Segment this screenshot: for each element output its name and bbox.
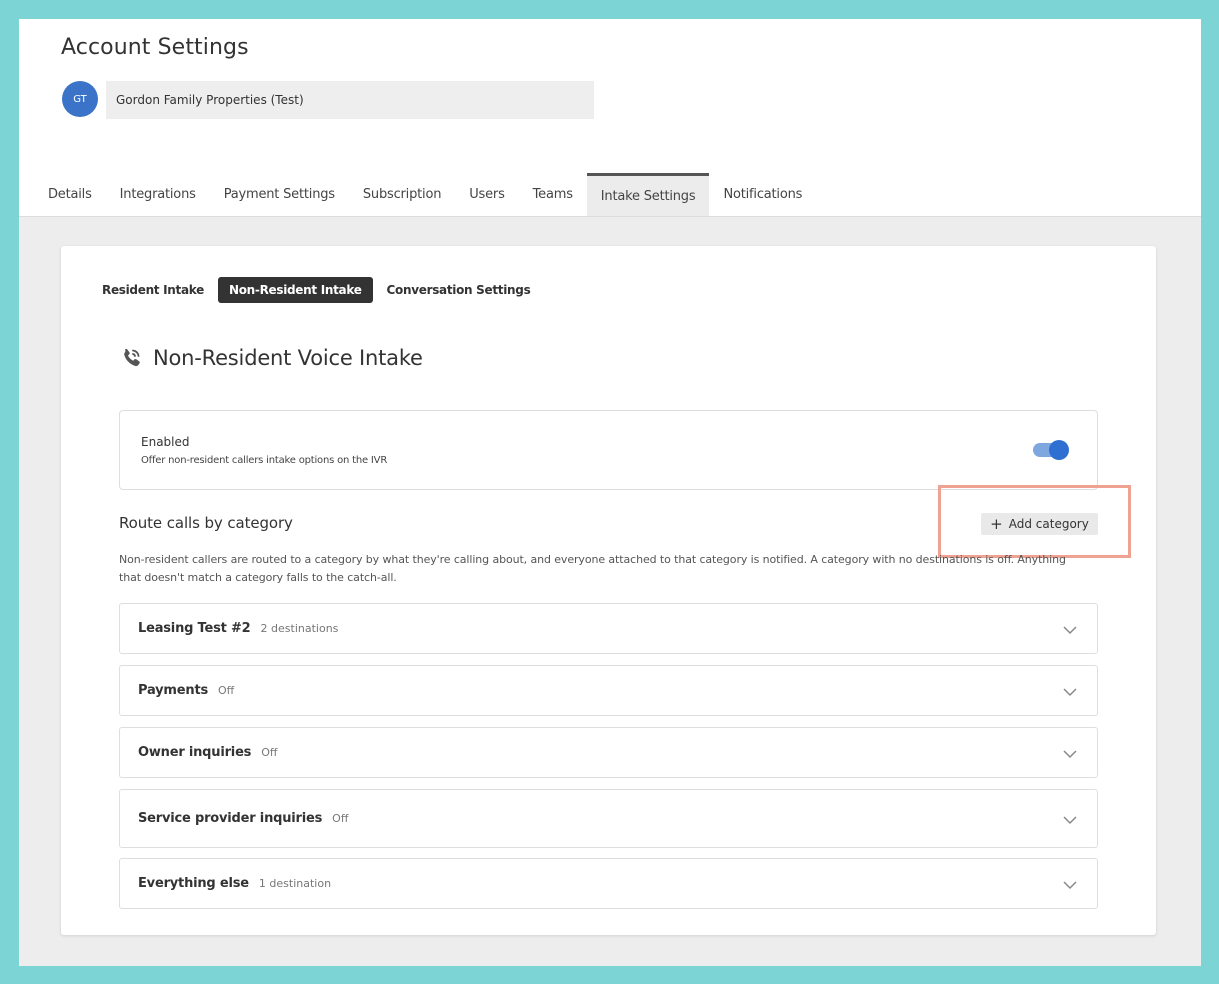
- route-calls-heading: Route calls by category: [119, 514, 293, 532]
- plus-icon: +: [990, 514, 1003, 533]
- page-header: Account Settings GT Details Integrations…: [19, 19, 1201, 217]
- chevron-down-icon: [1063, 880, 1077, 889]
- section-heading: Non-Resident Voice Intake: [119, 346, 423, 370]
- intake-subtabs: Resident Intake Non-Resident Intake Conv…: [91, 277, 544, 303]
- enabled-description: Offer non-resident callers intake option…: [141, 455, 388, 466]
- tab-details[interactable]: Details: [34, 173, 106, 216]
- tab-subscription[interactable]: Subscription: [349, 173, 455, 216]
- category-status: Off: [261, 746, 278, 759]
- enabled-label: Enabled: [141, 435, 190, 449]
- chevron-down-icon: [1063, 815, 1077, 824]
- add-category-button[interactable]: + Add category: [981, 513, 1098, 535]
- intake-settings-card: Resident Intake Non-Resident Intake Conv…: [61, 246, 1156, 935]
- route-calls-description: Non-resident callers are routed to a cat…: [119, 553, 1066, 584]
- category-status: 1 destination: [258, 877, 332, 890]
- account-settings-window: Account Settings GT Details Integrations…: [19, 19, 1201, 966]
- category-status: Off: [332, 812, 349, 825]
- category-name: Leasing Test #2: [138, 621, 251, 636]
- category-name: Everything else: [138, 876, 249, 891]
- tab-teams[interactable]: Teams: [519, 173, 587, 216]
- tab-payment-settings[interactable]: Payment Settings: [210, 173, 349, 216]
- category-row-payments[interactable]: Payments Off: [119, 665, 1098, 716]
- subtab-non-resident-intake[interactable]: Non-Resident Intake: [217, 277, 373, 303]
- page-title: Account Settings: [61, 35, 249, 60]
- tab-integrations[interactable]: Integrations: [106, 173, 210, 216]
- section-title: Non-Resident Voice Intake: [153, 346, 423, 370]
- category-status: 2 destinations: [260, 622, 339, 635]
- tab-intake-settings[interactable]: Intake Settings: [586, 173, 710, 216]
- enabled-toggle[interactable]: [1033, 440, 1069, 460]
- add-category-label: Add category: [1008, 517, 1089, 531]
- tab-users[interactable]: Users: [455, 173, 518, 216]
- settings-tabs: Details Integrations Payment Settings Su…: [48, 173, 816, 216]
- chevron-down-icon: [1063, 625, 1077, 634]
- category-status: Off: [218, 684, 235, 697]
- account-name-field[interactable]: [106, 81, 594, 119]
- toggle-knob: [1049, 440, 1069, 460]
- tab-notifications[interactable]: Notifications: [709, 173, 816, 216]
- avatar: GT: [62, 81, 98, 117]
- category-name: Service provider inquiries: [138, 811, 323, 826]
- enabled-setting: Enabled Offer non-resident callers intak…: [119, 410, 1098, 490]
- category-name: Payments: [138, 683, 208, 698]
- category-row-leasing[interactable]: Leasing Test #2 2 destinations: [119, 603, 1098, 654]
- category-row-everything-else[interactable]: Everything else 1 destination: [119, 858, 1098, 909]
- chevron-down-icon: [1063, 687, 1077, 696]
- subtab-resident-intake[interactable]: Resident Intake: [91, 277, 215, 303]
- category-row-service-provider[interactable]: Service provider inquiries Off: [119, 789, 1098, 848]
- chevron-down-icon: [1063, 749, 1077, 758]
- category-row-owner-inquiries[interactable]: Owner inquiries Off: [119, 727, 1098, 778]
- category-name: Owner inquiries: [138, 745, 252, 760]
- phone-ring-icon: [124, 348, 140, 367]
- subtab-conversation-settings[interactable]: Conversation Settings: [376, 277, 542, 303]
